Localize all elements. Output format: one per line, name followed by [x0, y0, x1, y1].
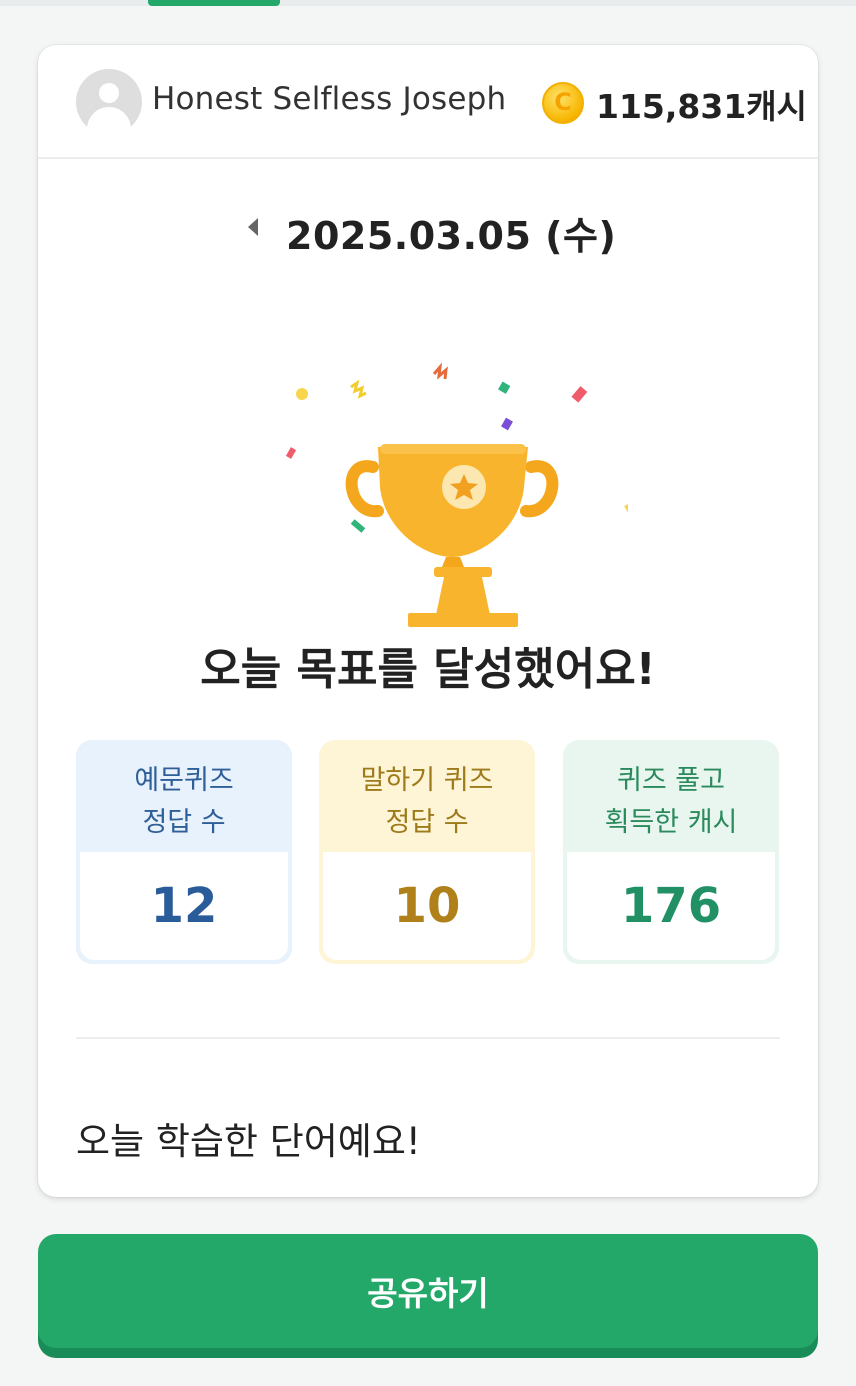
date-label: 2025.03.05 (수)	[286, 214, 617, 258]
prev-date-arrow-icon[interactable]	[248, 218, 258, 236]
goal-achieved-title: 오늘 목표를 달성했어요!	[200, 644, 656, 695]
stat-card-earned-cash: 퀴즈 풀고 획득한 캐시 176	[563, 740, 779, 964]
confetti-dot	[296, 388, 308, 400]
stat-card-example-quiz: 예문퀴즈 정답 수 12	[76, 740, 292, 964]
stat-label-line2: 정답 수	[385, 807, 469, 838]
stat-label: 말하기 퀴즈 정답 수	[319, 740, 535, 852]
date-navigator: 2025.03.05 (수)	[38, 205, 818, 258]
confetti-squiggle	[432, 362, 448, 380]
active-tab-indicator	[148, 0, 280, 6]
trophy-rim	[380, 444, 526, 454]
stat-label-line2: 획득한 캐시	[604, 807, 738, 838]
confetti-piece	[624, 499, 642, 515]
confetti-squiggle	[350, 379, 367, 399]
card-header: Honest Selfless Joseph C 115,831캐시	[38, 45, 818, 159]
trophy-illustration	[285, 362, 642, 627]
top-strip	[0, 0, 856, 6]
trophy-handle-left	[345, 460, 384, 518]
trophy-collar	[434, 567, 492, 577]
stat-label-line1: 퀴즈 풀고	[617, 765, 725, 796]
stat-label: 퀴즈 풀고 획득한 캐시	[563, 740, 779, 852]
stat-label: 예문퀴즈 정답 수	[76, 740, 292, 852]
username: Honest Selfless Joseph	[152, 81, 507, 117]
confetti-piece	[501, 417, 513, 431]
daily-summary-card: Honest Selfless Joseph C 115,831캐시 2025.…	[38, 45, 818, 1197]
learned-words-title: 오늘 학습한 단어예요!	[76, 1120, 421, 1163]
trophy-handle-right	[520, 460, 559, 518]
section-divider	[76, 1037, 780, 1039]
confetti-piece	[285, 447, 297, 459]
share-button[interactable]: 공유하기	[38, 1234, 818, 1348]
stat-label-line1: 말하기 퀴즈	[360, 765, 494, 796]
trophy-base	[408, 613, 518, 627]
avatar-body	[87, 107, 131, 135]
stat-value: 12	[80, 852, 288, 960]
confetti-piece	[498, 381, 511, 394]
confetti-piece	[571, 386, 588, 403]
coin-icon-letter: C	[554, 88, 572, 116]
user-avatar-icon	[76, 69, 142, 135]
stat-card-speaking-quiz: 말하기 퀴즈 정답 수 10	[319, 740, 535, 964]
trophy-stem	[442, 557, 464, 567]
avatar-head	[99, 83, 119, 103]
stat-value: 176	[567, 852, 775, 960]
coin-balance: 115,831캐시	[596, 87, 808, 126]
confetti-piece	[350, 519, 366, 533]
trophy-icon	[228, 315, 642, 645]
trophy-base-upper	[436, 577, 490, 615]
stat-value: 10	[323, 852, 531, 960]
stat-label-line1: 예문퀴즈	[134, 765, 234, 796]
coin-icon: C	[542, 82, 584, 124]
stat-label-line2: 정답 수	[142, 807, 226, 838]
